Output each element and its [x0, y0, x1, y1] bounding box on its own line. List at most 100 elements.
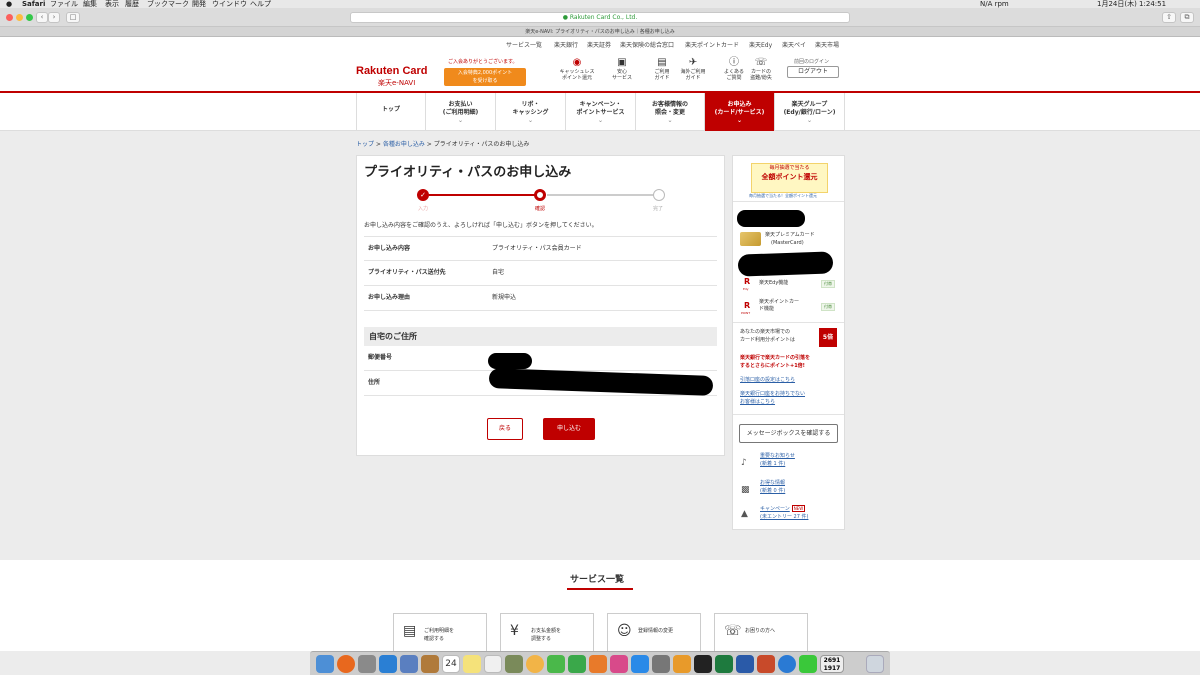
line-icon[interactable] [799, 655, 817, 673]
chrome-icon[interactable] [778, 655, 796, 673]
calendar-icon[interactable]: 24 [442, 655, 460, 673]
util-link-pointcard[interactable]: 楽天ポイントカード [685, 37, 739, 54]
banner-link[interactable]: 毎月抽選で当たる！全額ポイント還元 [749, 193, 817, 199]
breadcrumb-parent[interactable]: 各種お申し込み [383, 141, 425, 148]
menu-help[interactable]: ヘルプ [250, 0, 271, 8]
back-icon[interactable]: ‹ [36, 12, 48, 23]
menu-window[interactable]: ウインドウ [212, 0, 247, 8]
macos-menubar: ● Safari ファイル 編集 表示 履歴 ブックマーク 開発 ウインドウ ヘ… [0, 0, 1200, 8]
apple-menu-icon[interactable]: ● [6, 0, 12, 8]
points-campaign-banner[interactable]: 毎月抽選で当たる 全額ポイント還元 [751, 163, 828, 193]
edy-icon: R [744, 277, 751, 286]
forward-icon[interactable]: › [48, 12, 60, 23]
instruction-text: お申し込み内容をご確認のうえ、よろしければ「申し込む」ボタンを押してください。 [364, 222, 598, 229]
firefox-icon[interactable] [337, 655, 355, 673]
address-bar[interactable]: ● Rakuten Card Co., Ltd. [350, 12, 850, 23]
menu-history[interactable]: 履歴 [125, 0, 139, 8]
minimize-window-button[interactable] [16, 14, 23, 21]
rakuten-card-logo[interactable]: Rakuten Card [356, 65, 428, 77]
share-icon[interactable]: ⇧ [1162, 12, 1176, 23]
nav-customer-info[interactable]: お客様情報の 照会・変更 ⌄ [636, 93, 705, 131]
util-link-services[interactable]: サービス一覧 [506, 37, 542, 54]
last-login-label: 前回のログイン [794, 59, 830, 65]
nav-group[interactable]: 楽天グループ (Edy/銀行/ローン) ⌄ [775, 93, 845, 131]
message-box-button[interactable]: メッセージボックスを確認する [739, 424, 838, 443]
header-link-cashless[interactable]: ◉ キャッシュレス ポイント還元 [557, 57, 597, 81]
menu-bookmarks[interactable]: ブックマーク [147, 0, 189, 8]
point-rate-line2: カード利用分ポイントは [740, 337, 796, 343]
header-link-lost-card[interactable]: ☏ カードの 盗難/紛失 [745, 57, 777, 81]
finder-icon[interactable] [316, 655, 334, 673]
apply-button[interactable]: 申し込む [543, 418, 595, 440]
breadcrumb-home[interactable]: トップ [356, 141, 374, 148]
facetime-icon[interactable] [568, 655, 586, 673]
word-icon[interactable] [736, 655, 754, 673]
maps-icon[interactable] [505, 655, 523, 673]
activity-icon[interactable] [673, 655, 691, 673]
menu-file[interactable]: ファイル [50, 0, 78, 8]
header-link-overseas-guide[interactable]: ✈ 海外ご利用 ガイド [676, 57, 710, 81]
service-card-help[interactable]: ☏ お困りの方へ [714, 613, 808, 651]
messages-icon[interactable] [547, 655, 565, 673]
important-notice-link[interactable]: 重要なお知らせ (新着 1 件) [760, 452, 795, 468]
util-link-ichiba[interactable]: 楽天市場 [815, 37, 839, 54]
powerpoint-icon[interactable] [757, 655, 775, 673]
service-card-payment[interactable]: ¥ お支払金額を 調整する [500, 613, 594, 651]
safari-icon[interactable] [379, 655, 397, 673]
system-preferences-icon[interactable] [652, 655, 670, 673]
mail-icon[interactable] [400, 655, 418, 673]
point-card-badge: 付帯 [821, 303, 835, 311]
table-row: 郵便番号 [364, 346, 717, 371]
menu-view[interactable]: 表示 [105, 0, 119, 8]
welcome-points-button[interactable]: 入会特典2,000ポイント を受け取る [444, 68, 526, 86]
zoom-window-button[interactable] [26, 14, 33, 21]
campaign-link[interactable]: キャンペーン NEW (未エントリー 27 件) [760, 505, 808, 521]
deals-link[interactable]: お得な情報 (新着 0 件) [760, 479, 785, 495]
notes-icon[interactable] [463, 655, 481, 673]
app-store-icon[interactable] [631, 655, 649, 673]
util-link-insurance[interactable]: 楽天保険の総合窓口 [620, 37, 674, 54]
enavi-logo[interactable]: 楽天e-NAVI [378, 78, 415, 88]
contacts-icon[interactable] [421, 655, 439, 673]
music-icon[interactable] [610, 655, 628, 673]
header-link-guide[interactable]: ▤ ご利用 ガイド [646, 57, 678, 81]
status-clock[interactable]: 1月24日(木) 1:24:51 [1097, 0, 1166, 8]
stock-widget-icon[interactable]: 2691 1917 [820, 655, 844, 673]
util-link-securities[interactable]: 楽天証券 [587, 37, 611, 54]
menu-edit[interactable]: 編集 [83, 0, 97, 8]
tabs-icon[interactable]: ⧉ [1180, 12, 1194, 23]
util-link-pay[interactable]: 楽天ペイ [782, 37, 806, 54]
util-link-edy[interactable]: 楽天Edy [749, 37, 772, 54]
service-card-label: 登録情報の変更 [638, 628, 674, 634]
nav-apply[interactable]: お申込み (カード/サービス) ⌄ [705, 93, 775, 131]
photos-icon[interactable] [526, 655, 544, 673]
close-window-button[interactable] [6, 14, 13, 21]
logout-button[interactable]: ログアウト [787, 66, 839, 78]
menu-app-name[interactable]: Safari [22, 0, 45, 8]
nav-top[interactable]: トップ [356, 93, 426, 131]
reminders-icon[interactable] [484, 655, 502, 673]
sidebar-icon[interactable]: □ [66, 12, 80, 23]
nav-payment[interactable]: お支払い (ご利用明細) ⌄ [426, 93, 496, 131]
menu-develop[interactable]: 開発 [192, 0, 206, 8]
back-button[interactable]: 戻る [487, 418, 523, 440]
nav-revolving[interactable]: リボ・ キャッシング ⌄ [496, 93, 566, 131]
lock-icon: ● [562, 14, 568, 21]
excel-icon[interactable] [715, 655, 733, 673]
bank-open-link-line2[interactable]: お客様はこちら [740, 399, 775, 406]
header-link-security[interactable]: ▣ 安心 サービス [606, 57, 638, 81]
chevron-down-icon: ⌄ [527, 117, 534, 124]
service-card-statement[interactable]: ▤ ご利用明細を 確認する [393, 613, 487, 651]
util-link-bank[interactable]: 楽天銀行 [554, 37, 578, 54]
service-card-profile[interactable]: ☺ 登録情報の変更 [607, 613, 701, 651]
bank-setting-link[interactable]: 引落口座の設定はこちら [740, 377, 795, 384]
trash-icon[interactable] [866, 655, 884, 673]
terminal-icon[interactable] [694, 655, 712, 673]
bank-open-link-line1[interactable]: 楽天銀行口座をお持ちでない [740, 391, 805, 398]
tab-title[interactable]: 楽天e-NAVI: プライオリティ・パスのお申し込み｜各種お申し込み [525, 29, 675, 35]
ibooks-icon[interactable] [589, 655, 607, 673]
launchpad-icon[interactable] [358, 655, 376, 673]
point-card-icon-label: POINT [741, 311, 751, 315]
nav-campaign[interactable]: キャンペーン・ ポイントサービス ⌄ [566, 93, 636, 131]
table-row: お申し込み理由 新規申込 [364, 286, 717, 311]
